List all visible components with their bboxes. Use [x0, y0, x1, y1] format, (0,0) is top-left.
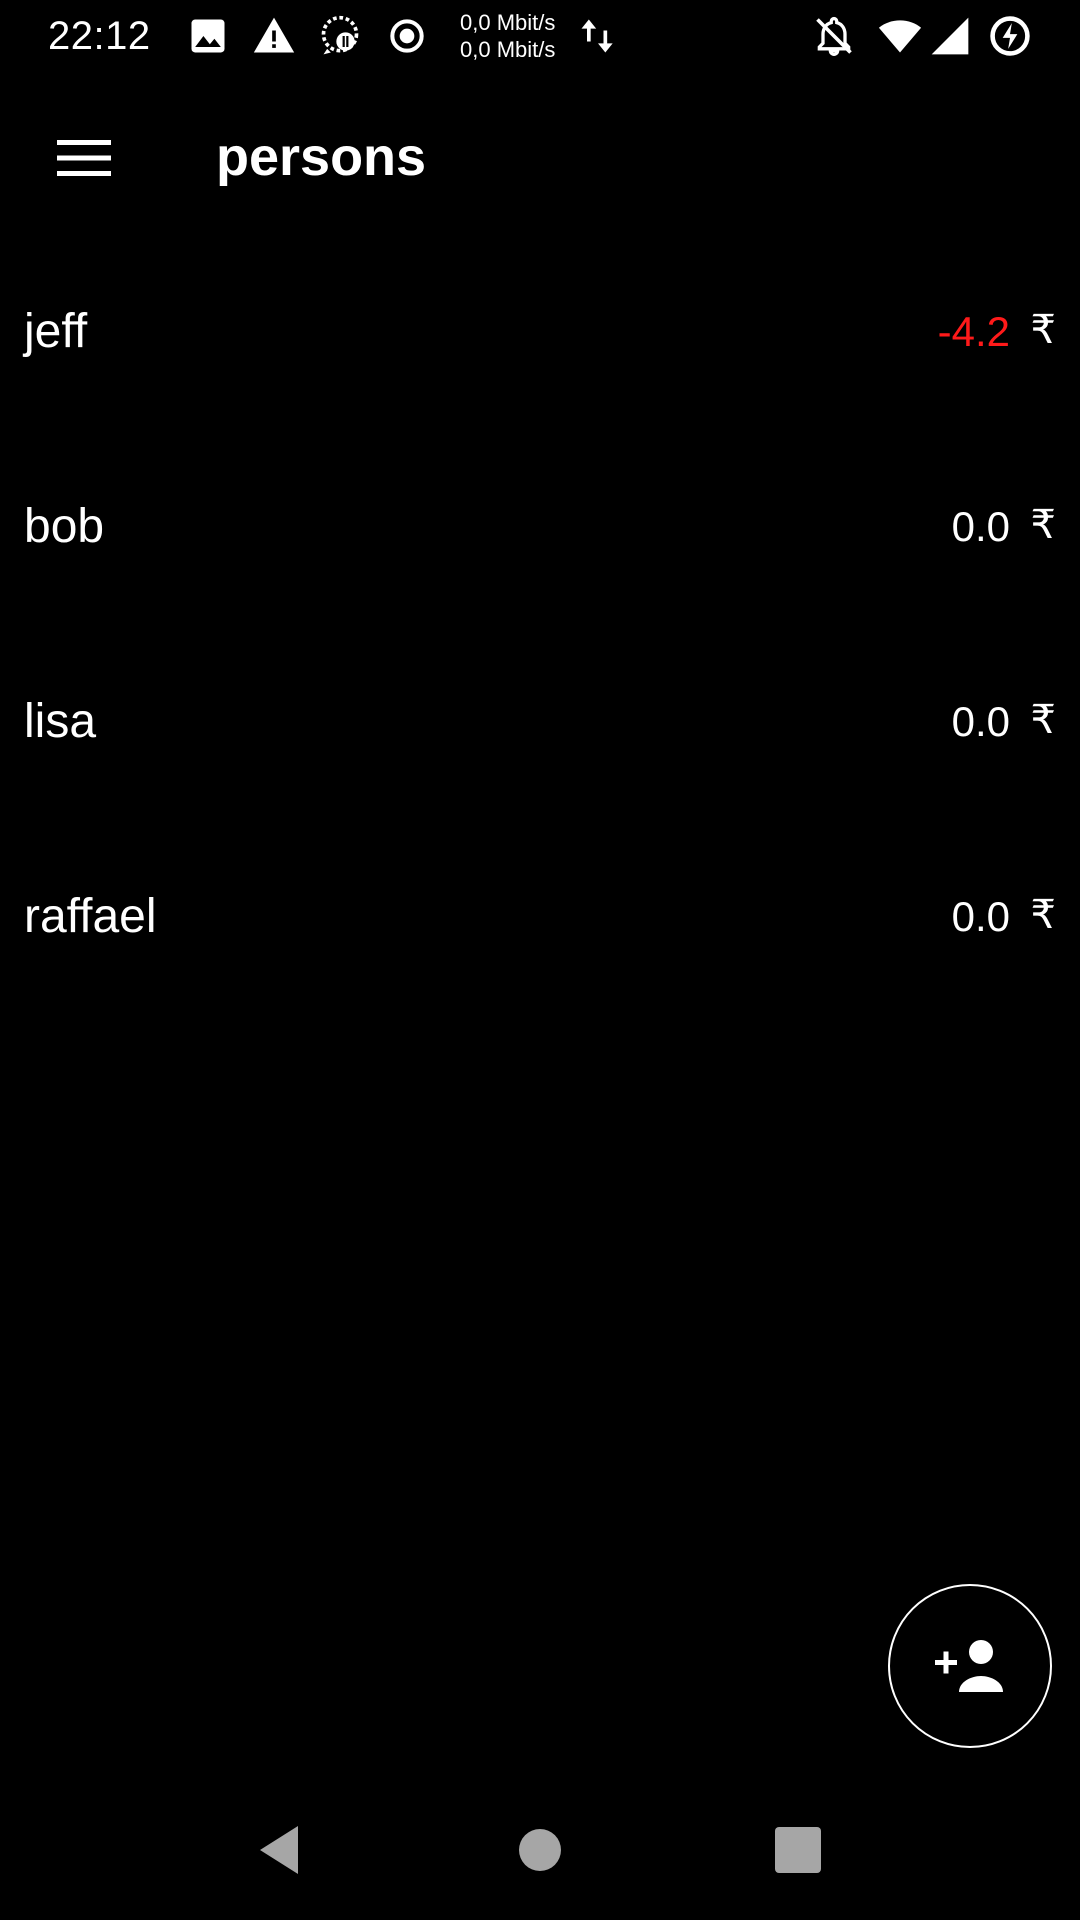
- navigation-bar: [0, 1776, 1080, 1920]
- chat-bubble-icon: [318, 14, 362, 58]
- status-time: 22:12: [48, 14, 151, 58]
- person-name: bob: [24, 500, 105, 553]
- person-row-raffael[interactable]: raffael 0.0 ₹: [0, 825, 1080, 1020]
- add-person-icon: [935, 1640, 1003, 1692]
- rupee-icon: ₹: [1030, 892, 1056, 938]
- rupee-icon: ₹: [1030, 697, 1056, 743]
- person-row-lisa[interactable]: lisa 0.0 ₹: [0, 630, 1080, 825]
- person-name: raffael: [24, 890, 157, 943]
- rupee-icon: ₹: [1030, 502, 1056, 548]
- cell-signal-icon: [928, 14, 972, 58]
- battery-saver-icon: [988, 14, 1032, 58]
- person-name: lisa: [24, 695, 97, 748]
- notifications-off-icon: [812, 14, 856, 58]
- person-amount: 0.0: [951, 698, 1010, 745]
- net-speed-down: 0,0 Mbit/s: [460, 37, 556, 62]
- hamburger-menu-icon: [57, 140, 111, 176]
- person-amount: 0.0: [951, 893, 1010, 940]
- net-speed-up: 0,0 Mbit/s: [460, 10, 556, 35]
- person-row-bob[interactable]: bob 0.0 ₹: [0, 435, 1080, 630]
- record-icon: [385, 14, 429, 58]
- add-person-button[interactable]: [888, 1584, 1052, 1748]
- back-button[interactable]: [250, 1820, 310, 1880]
- status-bar: 22:12 0,0 Mbit/s 0,0 Mbit/s: [0, 0, 1080, 72]
- recents-icon: [775, 1827, 821, 1873]
- app-bar: persons: [0, 96, 1080, 220]
- image-icon: [186, 14, 230, 58]
- person-amount: 0.0: [951, 503, 1010, 550]
- back-icon: [260, 1826, 298, 1874]
- warning-icon: [252, 14, 296, 58]
- person-list: jeff -4.2 ₹ bob 0.0 ₹ lisa 0.0 ₹ raffael…: [0, 240, 1080, 1020]
- recents-button[interactable]: [768, 1820, 828, 1880]
- screen: 22:12 0,0 Mbit/s 0,0 Mbit/s persons jeff…: [0, 0, 1080, 1920]
- home-icon: [519, 1829, 561, 1871]
- network-speed: 0,0 Mbit/s 0,0 Mbit/s: [460, 9, 555, 63]
- menu-button[interactable]: [40, 114, 128, 202]
- home-button[interactable]: [510, 1820, 570, 1880]
- person-amount: -4.2: [937, 308, 1010, 355]
- rupee-icon: ₹: [1030, 307, 1056, 353]
- page-title: persons: [216, 127, 427, 187]
- wifi-icon: [878, 14, 922, 58]
- person-name: jeff: [24, 305, 88, 358]
- data-transfer-icon: [576, 14, 620, 58]
- person-row-jeff[interactable]: jeff -4.2 ₹: [0, 240, 1080, 435]
